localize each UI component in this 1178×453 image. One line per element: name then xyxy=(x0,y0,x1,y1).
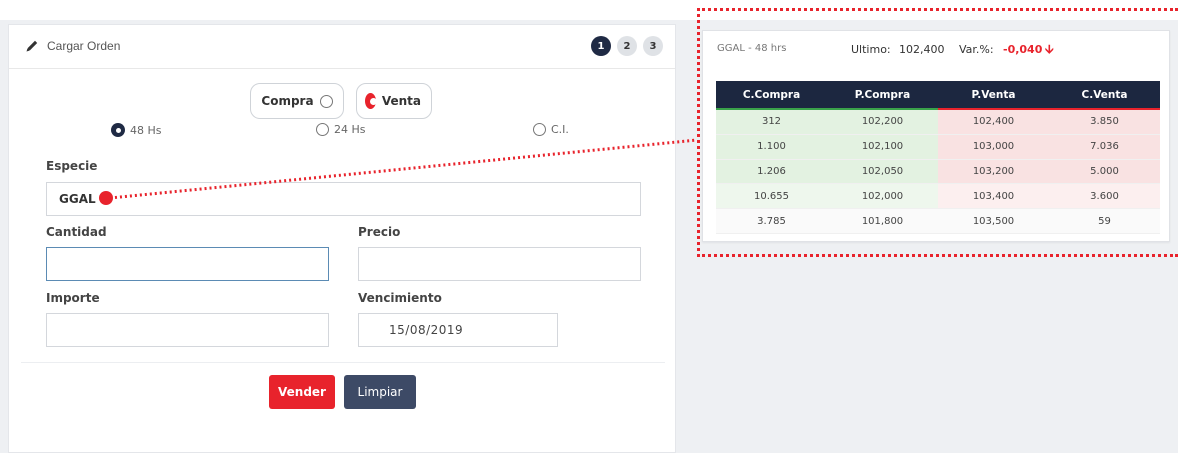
callout-dot-icon xyxy=(99,191,113,205)
callout-connector xyxy=(99,138,698,205)
